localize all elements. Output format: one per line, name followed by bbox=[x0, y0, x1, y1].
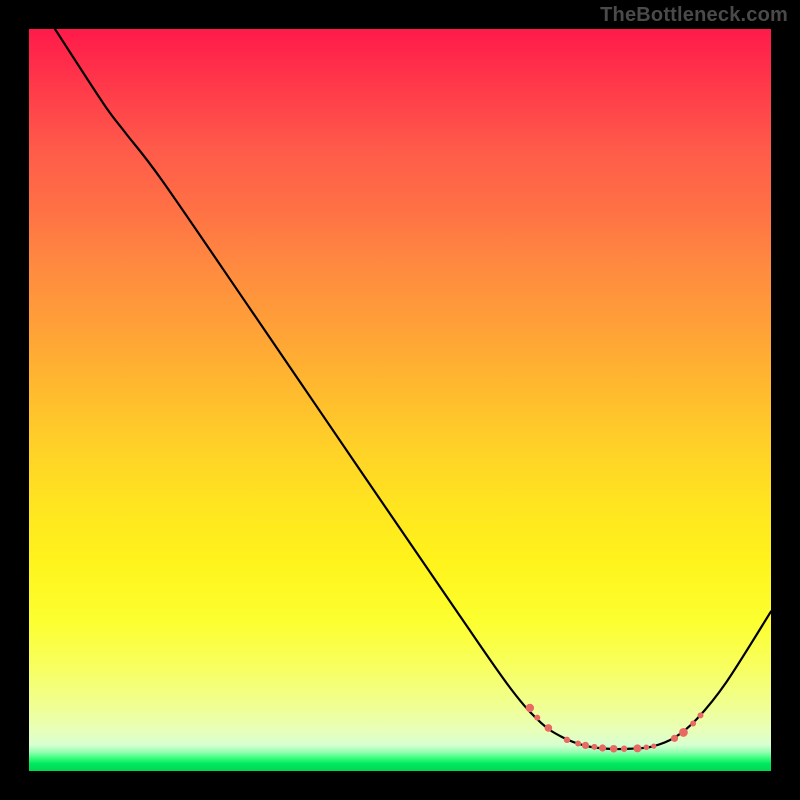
data-marker bbox=[679, 728, 688, 737]
data-marker bbox=[575, 741, 581, 747]
marker-group bbox=[526, 704, 704, 753]
chart-overlay bbox=[29, 29, 771, 771]
data-marker bbox=[633, 744, 641, 752]
data-marker bbox=[591, 744, 597, 750]
data-marker bbox=[621, 746, 627, 752]
data-marker bbox=[610, 745, 618, 753]
bottleneck-curve bbox=[55, 29, 771, 749]
data-marker bbox=[564, 737, 570, 743]
data-marker bbox=[545, 724, 553, 732]
data-marker bbox=[671, 735, 678, 742]
data-marker bbox=[698, 712, 704, 718]
data-marker bbox=[644, 744, 650, 750]
data-marker bbox=[582, 742, 589, 749]
data-marker bbox=[526, 704, 534, 712]
attribution-text: TheBottleneck.com bbox=[600, 4, 788, 27]
data-marker bbox=[534, 715, 540, 721]
data-marker bbox=[599, 744, 606, 751]
data-marker bbox=[651, 744, 656, 749]
data-marker bbox=[690, 721, 696, 727]
